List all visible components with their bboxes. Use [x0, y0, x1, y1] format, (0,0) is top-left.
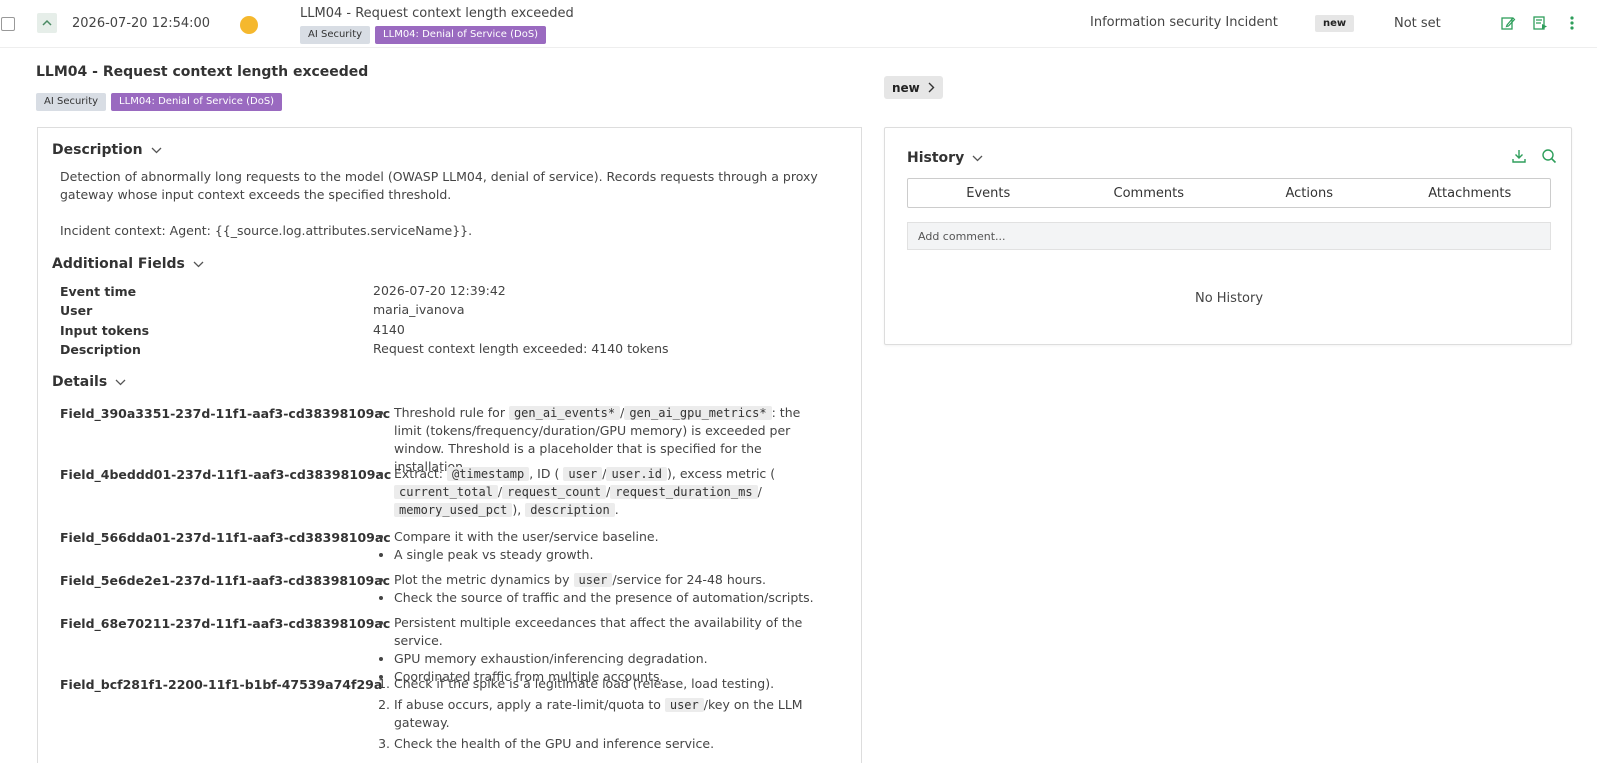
detail-key: Field_5e6de2e1-237d-11f1-aaf3-cd38398109… — [60, 573, 391, 588]
search-icon[interactable] — [1541, 148, 1557, 168]
detail-value: Extract: @timestamp, ID ( user/user.id),… — [378, 465, 828, 519]
detail-value: Check if the spike is a legitimate load … — [378, 675, 828, 753]
field-label-user: User — [60, 303, 93, 318]
tab-actions[interactable]: Actions — [1229, 179, 1390, 207]
incident-title: LLM04 - Request context length exceeded — [36, 64, 369, 80]
more-vertical-icon[interactable] — [1564, 15, 1580, 31]
detail-key: Field_566dda01-237d-11f1-aaf3-cd38398109… — [60, 530, 391, 545]
chevron-down-icon — [972, 155, 983, 161]
field-value-input-tokens: 4140 — [373, 322, 405, 337]
add-comment-input[interactable]: Add comment... — [907, 222, 1551, 250]
list-item: Check the health of the GPU and inferenc… — [394, 735, 828, 753]
description-text: Detection of abnormally long requests to… — [60, 169, 818, 202]
row-assignee: Not set — [1394, 16, 1441, 31]
list-item: Check if the spike is a legitimate load … — [394, 675, 828, 693]
chevron-down-icon — [193, 261, 204, 267]
row-category: Information security Incident — [1090, 15, 1278, 30]
tab-comments[interactable]: Comments — [1069, 179, 1230, 207]
row-date: 2026-07-20 12:54:00 — [72, 16, 211, 31]
detail-key: Field_68e70211-237d-11f1-aaf3-cd38398109… — [60, 616, 391, 631]
tab-events[interactable]: Events — [908, 179, 1069, 207]
history-panel: History Events Comments Actions Attachme… — [884, 127, 1572, 345]
details-section-toggle[interactable]: Details — [52, 374, 126, 390]
collapse-button[interactable] — [37, 13, 57, 33]
list-item: Extract: @timestamp, ID ( user/user.id),… — [394, 465, 828, 519]
chevron-down-icon — [151, 147, 162, 153]
description-section-toggle[interactable]: Description — [52, 142, 162, 158]
run-playbook-icon[interactable] — [1532, 15, 1548, 31]
chevron-right-icon — [928, 82, 935, 93]
chevron-down-icon — [115, 379, 126, 385]
history-toggle[interactable]: History — [907, 150, 983, 166]
field-value-event-time: 2026-07-20 12:39:42 — [373, 283, 506, 298]
tab-attachments[interactable]: Attachments — [1390, 179, 1551, 207]
status-transition-button[interactable]: new — [884, 76, 943, 99]
list-item: Plot the metric dynamics by user/service… — [394, 571, 828, 589]
row-title[interactable]: LLM04 - Request context length exceeded — [300, 6, 574, 21]
row-checkbox[interactable] — [1, 17, 15, 31]
field-label-event-time: Event time — [60, 284, 137, 299]
list-item: Check the source of traffic and the pres… — [394, 589, 828, 607]
incident-context-text: Incident context: Agent: {{_source.log.a… — [60, 223, 473, 238]
field-label-description: Description — [60, 342, 141, 357]
additional-fields-heading: Additional Fields — [52, 256, 185, 272]
list-item: Compare it with the user/service baselin… — [394, 528, 828, 546]
status-badge: new — [1315, 15, 1355, 32]
tag-llm04: LLM04: Denial of Service (DoS) — [111, 93, 283, 111]
detail-key: Field_bcf281f1-2200-11f1-b1bf-47539a74f2… — [60, 677, 383, 692]
download-icon[interactable] — [1511, 148, 1527, 168]
history-heading: History — [907, 150, 965, 166]
field-label-input-tokens: Input tokens — [60, 323, 150, 338]
description-heading: Description — [52, 142, 143, 158]
tag-llm04: LLM04: Denial of Service (DoS) — [375, 26, 547, 44]
list-item: A single peak vs steady growth. — [394, 546, 828, 564]
detail-key: Field_390a3351-237d-11f1-aaf3-cd38398109… — [60, 406, 391, 421]
list-item: GPU memory exhaustion/inferencing degrad… — [394, 650, 828, 668]
chevron-up-icon — [42, 19, 52, 26]
detail-value: Compare it with the user/service baselin… — [378, 528, 828, 564]
field-value-description: Request context length exceeded: 4140 to… — [373, 341, 669, 356]
empty-history-message: No History — [1194, 291, 1264, 306]
severity-indicator — [240, 16, 258, 34]
tag-ai-security: AI Security — [300, 26, 371, 44]
list-item: If abuse occurs, apply a rate-limit/quot… — [394, 696, 828, 732]
edit-icon[interactable] — [1500, 15, 1516, 31]
history-tabs: Events Comments Actions Attachments — [907, 178, 1551, 208]
detail-key: Field_4beddd01-237d-11f1-aaf3-cd38398109… — [60, 467, 392, 482]
additional-fields-toggle[interactable]: Additional Fields — [52, 256, 204, 272]
field-value-user: maria_ivanova — [373, 302, 465, 317]
incident-details-panel: Description Detection of abnormally long… — [37, 127, 862, 763]
list-item: Persistent multiple exceedances that aff… — [394, 614, 828, 650]
detail-value: Plot the metric dynamics by user/service… — [378, 571, 828, 607]
details-heading: Details — [52, 374, 108, 390]
status-button-label: new — [892, 80, 920, 95]
incident-row[interactable]: 2026-07-20 12:54:00 LLM04 - Request cont… — [0, 0, 1597, 48]
tag-ai-security: AI Security — [36, 93, 107, 111]
